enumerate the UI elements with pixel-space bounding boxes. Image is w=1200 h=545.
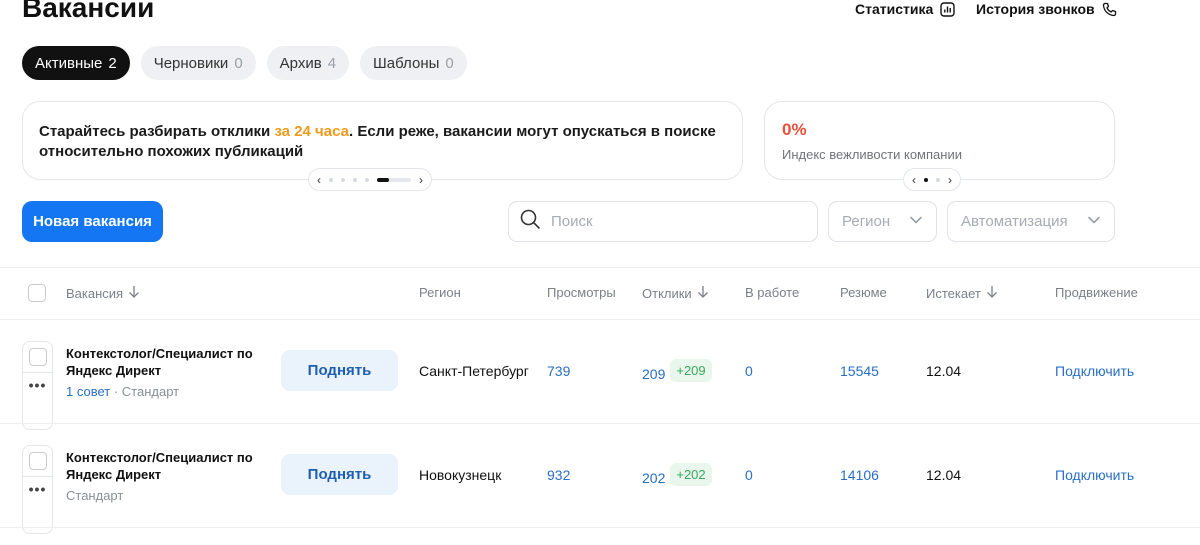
- arrow-down-icon: [128, 285, 140, 301]
- table-row: Контекстолог/Специалист по Яндекс Директ…: [66, 449, 266, 503]
- new-responses-badge: +202: [670, 463, 712, 486]
- tab-count: 2: [108, 54, 117, 72]
- phone-icon: [1102, 2, 1117, 17]
- row-actions-box: •••: [22, 341, 53, 430]
- region-cell: Санкт-Петербург: [419, 363, 529, 379]
- column-header-promotion: Продвижение: [1055, 285, 1138, 300]
- tab-label: Шаблоны: [373, 54, 440, 72]
- views-cell[interactable]: 932: [547, 467, 570, 483]
- responses-cell: 209 +209: [642, 359, 712, 382]
- chevron-down-icon: [908, 212, 924, 232]
- responses-cell: 202 +202: [642, 463, 712, 486]
- pager-dot[interactable]: [936, 177, 940, 182]
- tab-templates[interactable]: Шаблоны 0: [360, 46, 467, 80]
- divider: [0, 267, 1200, 268]
- search-icon: [519, 208, 541, 235]
- new-vacancy-button[interactable]: Новая вакансия: [22, 201, 163, 242]
- column-header-region: Регион: [419, 285, 461, 300]
- column-header-in-work: В работе: [745, 285, 800, 300]
- politeness-carousel-pager: ‹ ›: [903, 168, 961, 191]
- automation-select-label: Автоматизация: [961, 213, 1068, 230]
- table-row: Контекстолог/Специалист по Яндекс Директ…: [66, 345, 266, 399]
- call-history-label: История звонков: [976, 1, 1095, 17]
- chevron-right-icon[interactable]: ›: [419, 174, 423, 186]
- tips-link[interactable]: 1 совет: [66, 384, 110, 399]
- column-header-responses[interactable]: Отклики: [642, 285, 709, 301]
- promotion-connect-link[interactable]: Подключить: [1055, 363, 1134, 379]
- responses-link[interactable]: 202: [642, 470, 665, 486]
- pager-dot[interactable]: [341, 177, 345, 182]
- divider: [0, 319, 1200, 320]
- pager-dot[interactable]: [353, 177, 357, 182]
- in-work-cell[interactable]: 0: [745, 467, 753, 483]
- tab-count: 4: [327, 54, 337, 72]
- vacancy-title[interactable]: Контекстолог/Специалист по Яндекс Директ: [66, 449, 266, 483]
- expires-cell: 12.04: [926, 363, 962, 379]
- new-responses-badge: +209: [670, 359, 712, 382]
- resume-cell[interactable]: 15545: [840, 363, 879, 379]
- pager-dot[interactable]: [365, 177, 369, 182]
- tab-drafts[interactable]: Черновики 0: [140, 46, 256, 80]
- more-icon[interactable]: •••: [23, 375, 52, 395]
- promotion-connect-link[interactable]: Подключить: [1055, 467, 1134, 483]
- tab-label: Черновики: [153, 54, 229, 72]
- statistics-label: Статистика: [855, 1, 934, 17]
- divider: [0, 423, 1200, 424]
- pager-progress: [377, 177, 411, 182]
- arrow-down-icon: [697, 285, 709, 301]
- chart-icon: [940, 1, 955, 17]
- search-input[interactable]: [551, 213, 801, 230]
- region-select[interactable]: Регион: [828, 201, 937, 242]
- politeness-value: 0%: [782, 120, 807, 139]
- row-actions-box: •••: [22, 445, 53, 534]
- statistics-link[interactable]: Статистика: [855, 1, 955, 17]
- tab-count: 0: [234, 54, 243, 72]
- search-field: [508, 201, 818, 242]
- row-checkbox[interactable]: [29, 452, 47, 470]
- row-checkbox[interactable]: [29, 348, 47, 366]
- chevron-left-icon[interactable]: ‹: [912, 174, 916, 186]
- chevron-down-icon: [1086, 212, 1102, 232]
- tip-carousel-pager: ‹ ›: [308, 168, 432, 191]
- tariff-label: Стандарт: [121, 384, 180, 399]
- in-work-cell[interactable]: 0: [745, 363, 753, 379]
- column-header-expires[interactable]: Истекает: [926, 285, 998, 301]
- responses-link[interactable]: 209: [642, 366, 665, 382]
- vacancy-title[interactable]: Контекстолог/Специалист по Яндекс Директ: [66, 345, 266, 379]
- vacancy-meta: 1 совет · Стандарт: [66, 384, 180, 399]
- chevron-left-icon[interactable]: ‹: [317, 174, 321, 186]
- more-icon[interactable]: •••: [23, 479, 52, 499]
- tip-text: Старайтесь разбирать отклики за 24 часа.…: [39, 123, 716, 160]
- expires-cell: 12.04: [926, 467, 962, 483]
- raise-button[interactable]: Поднять: [281, 454, 398, 495]
- views-cell[interactable]: 739: [547, 363, 570, 379]
- tab-label: Архив: [279, 54, 322, 72]
- tab-label: Активные: [35, 54, 103, 72]
- chevron-right-icon[interactable]: ›: [948, 174, 952, 186]
- column-header-resume: Резюме: [840, 285, 887, 300]
- region-cell: Новокузнецк: [419, 467, 502, 483]
- arrow-down-icon: [986, 285, 998, 301]
- region-select-label: Регион: [842, 213, 891, 230]
- column-header-views: Просмотры: [547, 285, 616, 300]
- status-tabs: Активные 2 Черновики 0 Архив 4 Шаблоны 0: [22, 46, 467, 80]
- select-all-checkbox[interactable]: [28, 284, 46, 302]
- pager-dot[interactable]: [924, 177, 928, 182]
- tab-archive[interactable]: Архив 4: [266, 46, 350, 80]
- tip-highlight: за 24 часа: [274, 123, 349, 140]
- page-title: Вакансии: [22, 0, 155, 23]
- vacancy-meta: Стандарт: [66, 488, 266, 503]
- call-history-link[interactable]: История звонков: [976, 1, 1117, 17]
- pager-dot[interactable]: [329, 177, 333, 182]
- tab-count: 0: [445, 54, 454, 72]
- divider: [0, 527, 1200, 528]
- tariff-label: Стандарт: [66, 488, 124, 503]
- politeness-label: Индекс вежливости компании: [782, 147, 962, 162]
- raise-button[interactable]: Поднять: [281, 350, 398, 391]
- resume-cell[interactable]: 14106: [840, 467, 879, 483]
- column-header-vacancy[interactable]: Вакансия: [66, 285, 140, 301]
- tab-active[interactable]: Активные 2: [22, 46, 130, 80]
- automation-select[interactable]: Автоматизация: [947, 201, 1115, 242]
